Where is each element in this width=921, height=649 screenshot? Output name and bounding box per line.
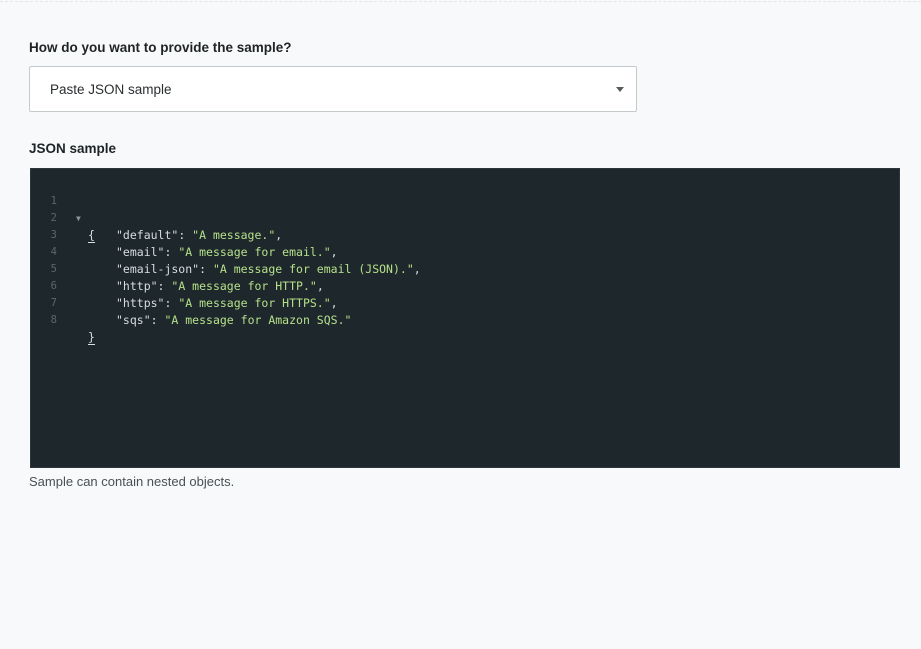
code-text: } [88,329,95,346]
editor-line: 2 "default": "A message.", [31,193,899,242]
json-colon: : [150,313,165,327]
editor-line: 3 "email": "A message for email.", [31,210,899,259]
editor-line: 1 ▼ { [31,176,899,243]
close-brace: } [88,330,95,345]
editor-line: 6 "https": "A message for HTTPS.", [31,261,899,310]
editor-line: 5 "http": "A message for HTTP.", [31,244,899,293]
editor-line: 4 "email-json": "A message for email (JS… [31,227,899,276]
json-key: "sqs" [116,313,151,327]
json-string-value: "A message for Amazon SQS." [164,313,352,327]
sample-source-select-value: Paste JSON sample [50,81,172,97]
sample-source-select[interactable]: Paste JSON sample [29,66,637,112]
editor-line: 8 } [31,295,899,345]
json-code-editor[interactable]: 1 ▼ { 2 "default": "A message.", 3 "emai… [30,168,900,468]
code-text: "sqs": "A message for Amazon SQS." [116,312,351,329]
json-sample-label: JSON sample [29,141,117,156]
source-field-label: How do you want to provide the sample? [29,40,292,55]
line-number: 8 [50,314,57,326]
top-divider [0,0,921,2]
json-sample-hint: Sample can contain nested objects. [29,474,235,489]
chevron-down-icon [616,86,624,92]
editor-line: 7 "sqs": "A message for Amazon SQS." [31,278,899,327]
